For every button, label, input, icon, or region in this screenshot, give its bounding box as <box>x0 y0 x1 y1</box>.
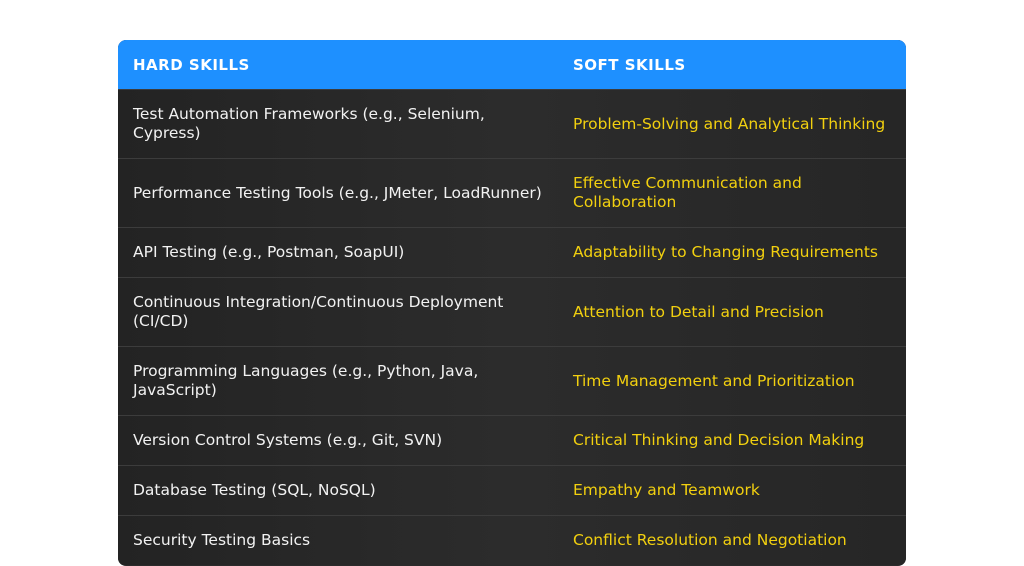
soft-skill-cell: Effective Communication and Collaboratio… <box>573 174 802 211</box>
soft-skill-cell: Empathy and Teamwork <box>573 481 760 499</box>
hard-skill-cell: API Testing (e.g., Postman, SoapUI) <box>133 243 405 261</box>
table-row: Version Control Systems (e.g., Git, SVN)… <box>118 415 906 465</box>
skills-table: HARD SKILLS SOFT SKILLS Test Automation … <box>118 40 906 566</box>
table-row: Continuous Integration/Continuous Deploy… <box>118 277 906 346</box>
hard-skill-cell: Test Automation Frameworks (e.g., Seleni… <box>133 105 485 142</box>
soft-skill-cell: Problem-Solving and Analytical Thinking <box>573 114 886 133</box>
table-row: Programming Languages (e.g., Python, Jav… <box>118 346 906 415</box>
hard-skill-cell: Database Testing (SQL, NoSQL) <box>133 481 376 499</box>
table-row: API Testing (e.g., Postman, SoapUI) Adap… <box>118 227 906 277</box>
table-row: Performance Testing Tools (e.g., JMeter,… <box>118 158 906 227</box>
soft-skill-cell: Adaptability to Changing Requirements <box>573 243 878 261</box>
hard-skill-cell: Performance Testing Tools (e.g., JMeter,… <box>133 183 542 202</box>
table-header-row: HARD SKILLS SOFT SKILLS <box>118 40 906 89</box>
table-row: Test Automation Frameworks (e.g., Seleni… <box>118 89 906 158</box>
hard-skill-cell: Security Testing Basics <box>133 531 311 549</box>
soft-skill-cell: Attention to Detail and Precision <box>573 302 824 321</box>
header-hard-skills: HARD SKILLS <box>133 55 250 74</box>
hard-skill-cell: Version Control Systems (e.g., Git, SVN) <box>133 431 443 449</box>
hard-skill-cell: Programming Languages (e.g., Python, Jav… <box>133 362 479 399</box>
soft-skill-cell: Conflict Resolution and Negotiation <box>573 531 847 549</box>
header-soft-skills: SOFT SKILLS <box>573 55 686 74</box>
table-row: Security Testing Basics Conflict Resolut… <box>118 515 906 565</box>
hard-skill-cell: Continuous Integration/Continuous Deploy… <box>133 293 504 330</box>
table-row: Database Testing (SQL, NoSQL) Empathy an… <box>118 465 906 515</box>
soft-skill-cell: Time Management and Prioritization <box>573 371 855 390</box>
soft-skill-cell: Critical Thinking and Decision Making <box>573 431 865 449</box>
